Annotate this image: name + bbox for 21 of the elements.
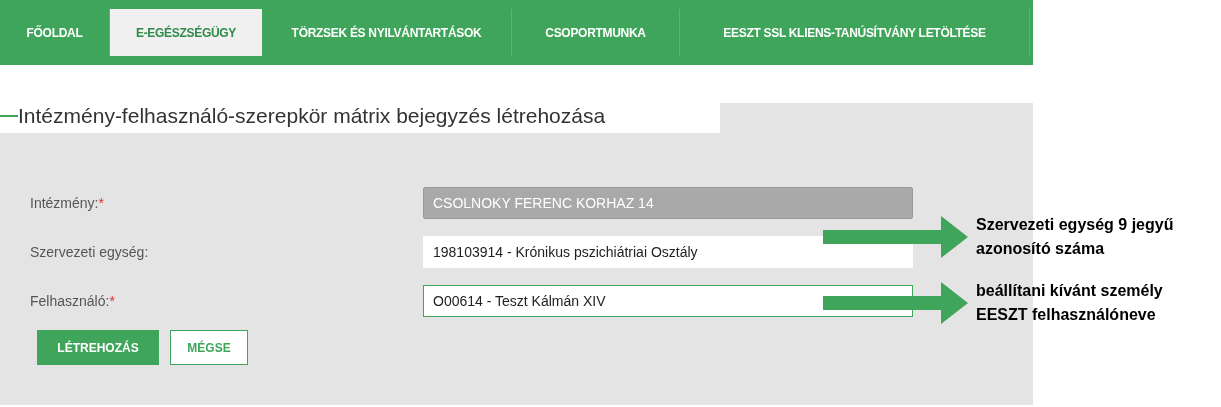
input-field[interactable]: O00614 - Teszt Kálmán XIV	[423, 285, 913, 317]
annotation-text: EESZT felhasználóneve	[976, 305, 1157, 325]
annotation-text: beállítani kívánt személy	[976, 281, 1163, 301]
nav-tab[interactable]: TÖRZSEK ÉS NYILVÁNTARTÁSOK	[262, 9, 512, 56]
field-label: Szervezeti egység:	[30, 242, 149, 262]
annotation-text: Szervezeti egység 9 jegyű	[976, 215, 1174, 235]
nav-tab[interactable]: CSOPORTMUNKA	[512, 9, 680, 56]
annotation-text: azonosító száma	[976, 239, 1106, 259]
page-title: Intézmény-felhasználó-szerepkör mátrix bejegyzés létrehozása	[18, 103, 606, 130]
create-button[interactable]: LÉTREHOZÁS	[37, 330, 159, 365]
nav-tab[interactable]: EESZT SSL KLIENS-TANÚSÍTVÁNY LETÖLTÉSE	[680, 9, 1030, 56]
arrow-icon	[823, 282, 968, 324]
input-field[interactable]: 198103914 - Krónikus pszichiátriai Osztály	[423, 236, 913, 268]
arrow-icon	[823, 216, 968, 258]
title-rule	[0, 115, 18, 117]
required-mark: *	[98, 193, 104, 213]
field-label: Intézmény:	[30, 193, 99, 213]
cancel-button[interactable]: MÉGSE	[170, 330, 248, 365]
nav-tab[interactable]: E-EGÉSZSÉGÜGY	[110, 9, 262, 56]
field-label: Felhasználó:	[30, 291, 110, 311]
required-mark: *	[109, 291, 115, 311]
